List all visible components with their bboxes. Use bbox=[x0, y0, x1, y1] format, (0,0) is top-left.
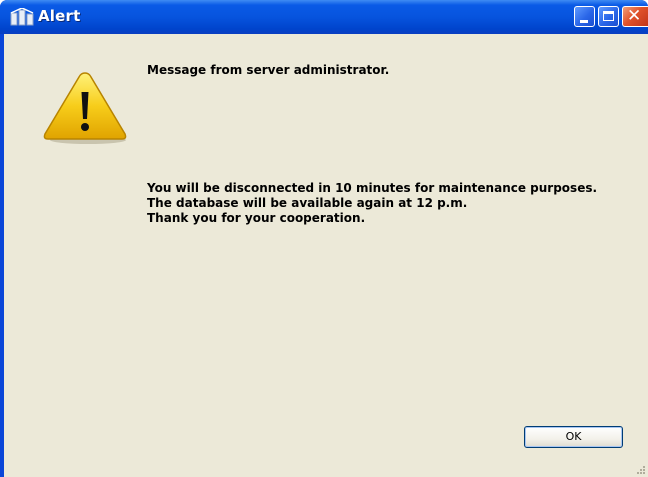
maximize-button[interactable] bbox=[598, 6, 619, 27]
app-icon bbox=[10, 8, 34, 26]
message-heading: Message from server administrator. bbox=[147, 63, 390, 77]
minimize-button[interactable] bbox=[574, 6, 595, 27]
ok-button[interactable]: OK bbox=[524, 426, 623, 448]
maximize-icon bbox=[603, 11, 614, 21]
dialog-body: Message from server administrator. You w… bbox=[4, 34, 648, 477]
message-line: The database will be available again at … bbox=[147, 196, 468, 210]
warning-icon bbox=[43, 72, 127, 144]
alert-window: Alert ✕ Message from server administrato… bbox=[0, 0, 648, 477]
message-line: You will be disconnected in 10 minutes f… bbox=[147, 181, 598, 195]
title-bar[interactable]: Alert ✕ bbox=[0, 0, 648, 34]
window-title: Alert bbox=[38, 7, 81, 25]
minimize-icon bbox=[580, 20, 588, 23]
message-body: You will be disconnected in 10 minutes f… bbox=[147, 181, 597, 226]
close-button[interactable]: ✕ bbox=[622, 6, 648, 27]
resize-grip-icon[interactable] bbox=[636, 465, 646, 475]
close-icon: ✕ bbox=[627, 6, 642, 26]
message-line: Thank you for your cooperation. bbox=[147, 211, 366, 225]
